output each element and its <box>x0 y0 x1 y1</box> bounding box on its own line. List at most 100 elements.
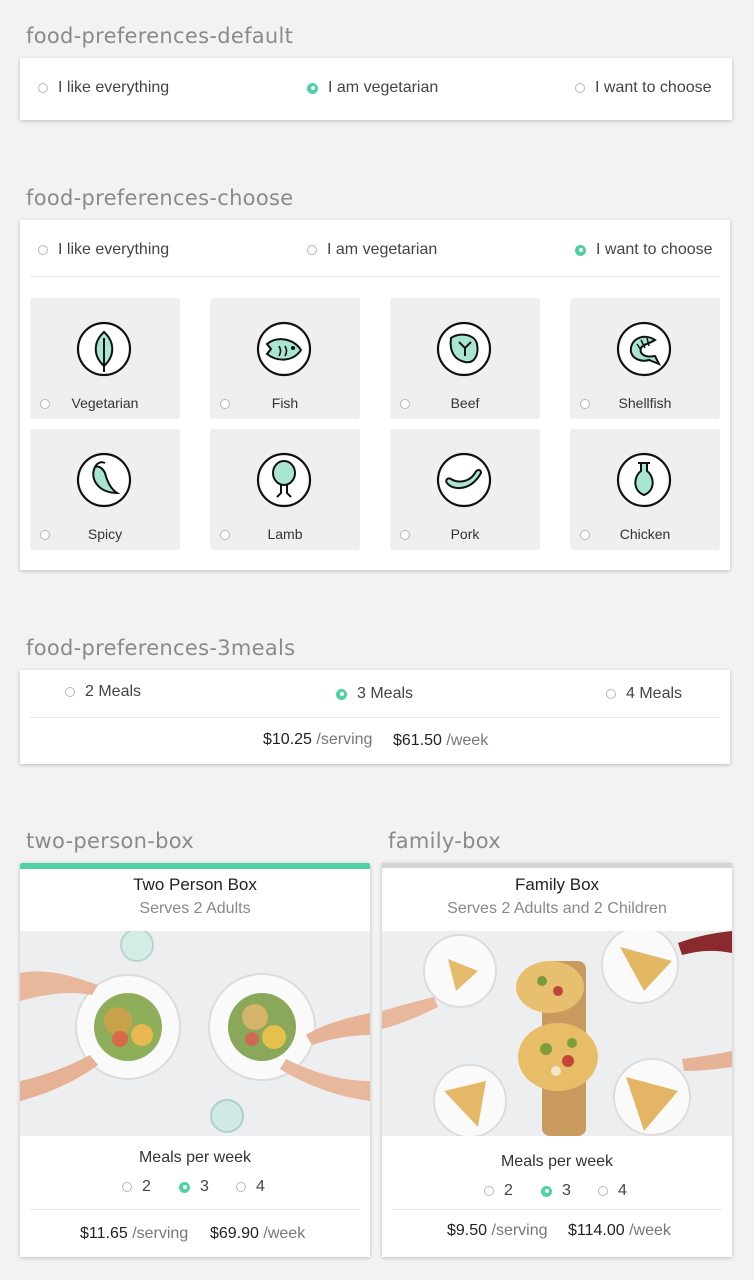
divider <box>30 717 720 718</box>
divider <box>30 1209 360 1210</box>
tile-fish[interactable]: Fish <box>210 298 360 419</box>
radio-dot-selected <box>307 82 318 94</box>
serving-price-unit: /serving <box>491 1222 548 1239</box>
serving-price-unit: /serving <box>132 1225 189 1242</box>
tile-label: Shellfish <box>618 395 672 411</box>
meals-per-week-label: Meals per week <box>138 1149 252 1166</box>
tile-vegetarian[interactable]: Vegetarian <box>30 298 180 419</box>
radio-label: 2 Meals <box>85 683 142 700</box>
radio-label: 2 <box>142 1178 151 1195</box>
radio-dot-selected <box>179 1181 190 1193</box>
chicken-leg-icon <box>616 452 672 508</box>
radio-2-meals[interactable]: 2 Meals <box>65 683 141 701</box>
radio-dot <box>122 1182 132 1192</box>
fish-icon <box>256 321 312 377</box>
radio-2-meals[interactable]: 2 <box>484 1182 513 1200</box>
radio-dot-selected <box>336 688 347 700</box>
radio-label: I want to choose <box>595 79 712 96</box>
food-preferences-choose-card: I like everything I am vegetarian I want… <box>20 220 730 570</box>
box-title: Two Person Box <box>133 875 257 894</box>
week-price: $114.00 /week <box>568 1222 671 1240</box>
divider <box>30 276 720 277</box>
radio-label: I am vegetarian <box>328 79 439 96</box>
tile-chicken[interactable]: Chicken <box>570 429 720 550</box>
week-price-value: $69.90 <box>210 1225 259 1242</box>
tile-label: Pork <box>450 526 480 542</box>
radio-like-everything[interactable]: I like everything <box>38 241 169 259</box>
radio-3-meals[interactable]: 3 <box>541 1182 571 1200</box>
radio-dot <box>307 245 317 255</box>
radio-label: 2 <box>504 1182 513 1199</box>
tile-pork[interactable]: Pork <box>390 429 540 550</box>
serving-price-value: $9.50 <box>447 1222 488 1239</box>
family-meal-photo <box>382 931 732 1136</box>
radio-like-everything[interactable]: I like everything <box>38 79 169 97</box>
meals-per-week-label: Meals per week <box>500 1153 614 1170</box>
radio-dot <box>484 1186 494 1196</box>
tile-label: Lamb <box>267 526 303 542</box>
section-title-default: food-preferences-default <box>26 24 294 48</box>
radio-label: 3 <box>200 1178 209 1195</box>
radio-2-meals[interactable]: 2 <box>122 1178 151 1196</box>
drumstick-icon <box>256 452 312 508</box>
box-subtitle: Serves 2 Adults and 2 Children <box>447 900 667 917</box>
section-title-choose: food-preferences-choose <box>26 186 294 210</box>
radio-want-to-choose[interactable]: I want to choose <box>575 241 713 259</box>
sausage-icon <box>436 452 492 508</box>
leaf-icon <box>76 321 132 377</box>
week-price: $61.50 /week <box>393 732 488 750</box>
serving-price: $9.50 /serving <box>447 1222 548 1240</box>
radio-dot <box>598 1186 608 1196</box>
radio-dot <box>65 687 75 697</box>
section-title-3meals: food-preferences-3meals <box>26 636 296 660</box>
radio-dot <box>38 245 48 255</box>
radio-dot <box>236 1182 246 1192</box>
divider <box>392 1209 722 1210</box>
family-box-card[interactable]: Family Box Serves 2 Adults and 2 Childre… <box>382 863 732 1257</box>
radio-4-meals[interactable]: 4 <box>236 1178 265 1196</box>
week-price: $69.90 /week <box>210 1225 305 1243</box>
two-person-box-card[interactable]: Two Person Box Serves 2 Adults Meals per… <box>20 863 370 1257</box>
tile-label: Spicy <box>87 526 123 542</box>
week-price-unit: /week <box>629 1222 671 1239</box>
week-price-unit: /week <box>263 1225 306 1242</box>
tile-label: Beef <box>450 395 480 411</box>
radio-label: I am vegetarian <box>327 241 438 258</box>
section-title-family: family-box <box>388 829 501 853</box>
tile-label: Vegetarian <box>71 395 139 411</box>
shrimp-icon <box>616 321 672 377</box>
section-title-two-person: two-person-box <box>26 829 194 853</box>
two-person-meal-photo <box>20 931 370 1136</box>
radio-label: 4 <box>618 1182 627 1199</box>
chili-icon <box>76 452 132 508</box>
box-title: Family Box <box>514 875 600 894</box>
tile-spicy[interactable]: Spicy <box>30 429 180 550</box>
radio-3-meals[interactable]: 3 <box>179 1178 209 1196</box>
serving-price: $10.25 /serving <box>263 731 372 749</box>
serving-price-unit: /serving <box>316 731 373 748</box>
radio-label: 4 Meals <box>626 685 683 702</box>
radio-label: 3 Meals <box>357 685 414 702</box>
radio-label: 4 <box>256 1178 265 1195</box>
radio-4-meals[interactable]: 4 Meals <box>606 685 682 703</box>
radio-vegetarian[interactable]: I am vegetarian <box>307 241 437 259</box>
card-top-bar <box>382 863 732 868</box>
radio-4-meals[interactable]: 4 <box>598 1182 627 1200</box>
serving-price-value: $10.25 <box>263 731 312 748</box>
radio-label: I like everything <box>58 241 170 258</box>
tile-beef[interactable]: Beef <box>390 298 540 419</box>
radio-dot-selected <box>575 244 586 256</box>
week-price-value: $114.00 <box>568 1222 625 1239</box>
radio-label: I want to choose <box>596 241 713 258</box>
radio-want-to-choose[interactable]: I want to choose <box>575 79 712 97</box>
serving-price: $11.65 /serving <box>80 1225 188 1243</box>
radio-3-meals[interactable]: 3 Meals <box>336 685 413 703</box>
radio-label: I like everything <box>58 79 170 96</box>
serving-price-value: $11.65 <box>80 1225 128 1242</box>
radio-dot <box>606 689 616 699</box>
tile-lamb[interactable]: Lamb <box>210 429 360 550</box>
radio-vegetarian[interactable]: I am vegetarian <box>307 79 438 97</box>
tile-shellfish[interactable]: Shellfish <box>570 298 720 419</box>
tile-label: Chicken <box>619 526 671 542</box>
tile-label: Fish <box>271 395 299 411</box>
